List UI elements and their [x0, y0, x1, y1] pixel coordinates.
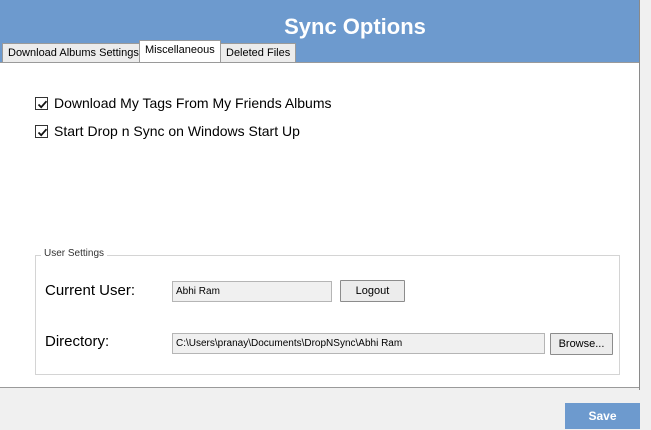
- save-button[interactable]: Save: [565, 403, 640, 429]
- tab-download-albums-settings[interactable]: Download Albums Settings: [2, 43, 145, 63]
- download-tags-label: Download My Tags From My Friends Albums: [54, 95, 332, 111]
- current-user-label: Current User:: [45, 282, 136, 299]
- tab-miscellaneous[interactable]: Miscellaneous: [139, 40, 221, 62]
- tab-content-panel: Download My Tags From My Friends Albums …: [0, 62, 639, 388]
- start-on-windows-checkbox[interactable]: [35, 124, 48, 138]
- logout-button[interactable]: Logout: [340, 280, 405, 302]
- directory-label: Directory:: [45, 333, 110, 350]
- option-start-on-windows[interactable]: Start Drop n Sync on Windows Start Up: [35, 123, 300, 139]
- user-settings-group: User Settings Current User: Abhi Ram Log…: [35, 248, 620, 375]
- dialog-title: Sync Options: [284, 14, 426, 39]
- checkmark-icon: [37, 100, 48, 109]
- option-download-tags[interactable]: Download My Tags From My Friends Albums: [35, 95, 332, 111]
- checkmark-icon: [37, 128, 48, 137]
- tab-deleted-files[interactable]: Deleted Files: [220, 43, 297, 63]
- user-settings-group-title: User Settings: [41, 248, 108, 259]
- download-tags-checkbox[interactable]: [35, 96, 48, 110]
- current-user-field[interactable]: Abhi Ram: [172, 281, 332, 302]
- browse-button[interactable]: Browse...: [550, 333, 613, 355]
- start-on-windows-label: Start Drop n Sync on Windows Start Up: [54, 123, 300, 139]
- directory-field[interactable]: C:\Users\pranay\Documents\DropNSync\Abhi…: [172, 333, 545, 354]
